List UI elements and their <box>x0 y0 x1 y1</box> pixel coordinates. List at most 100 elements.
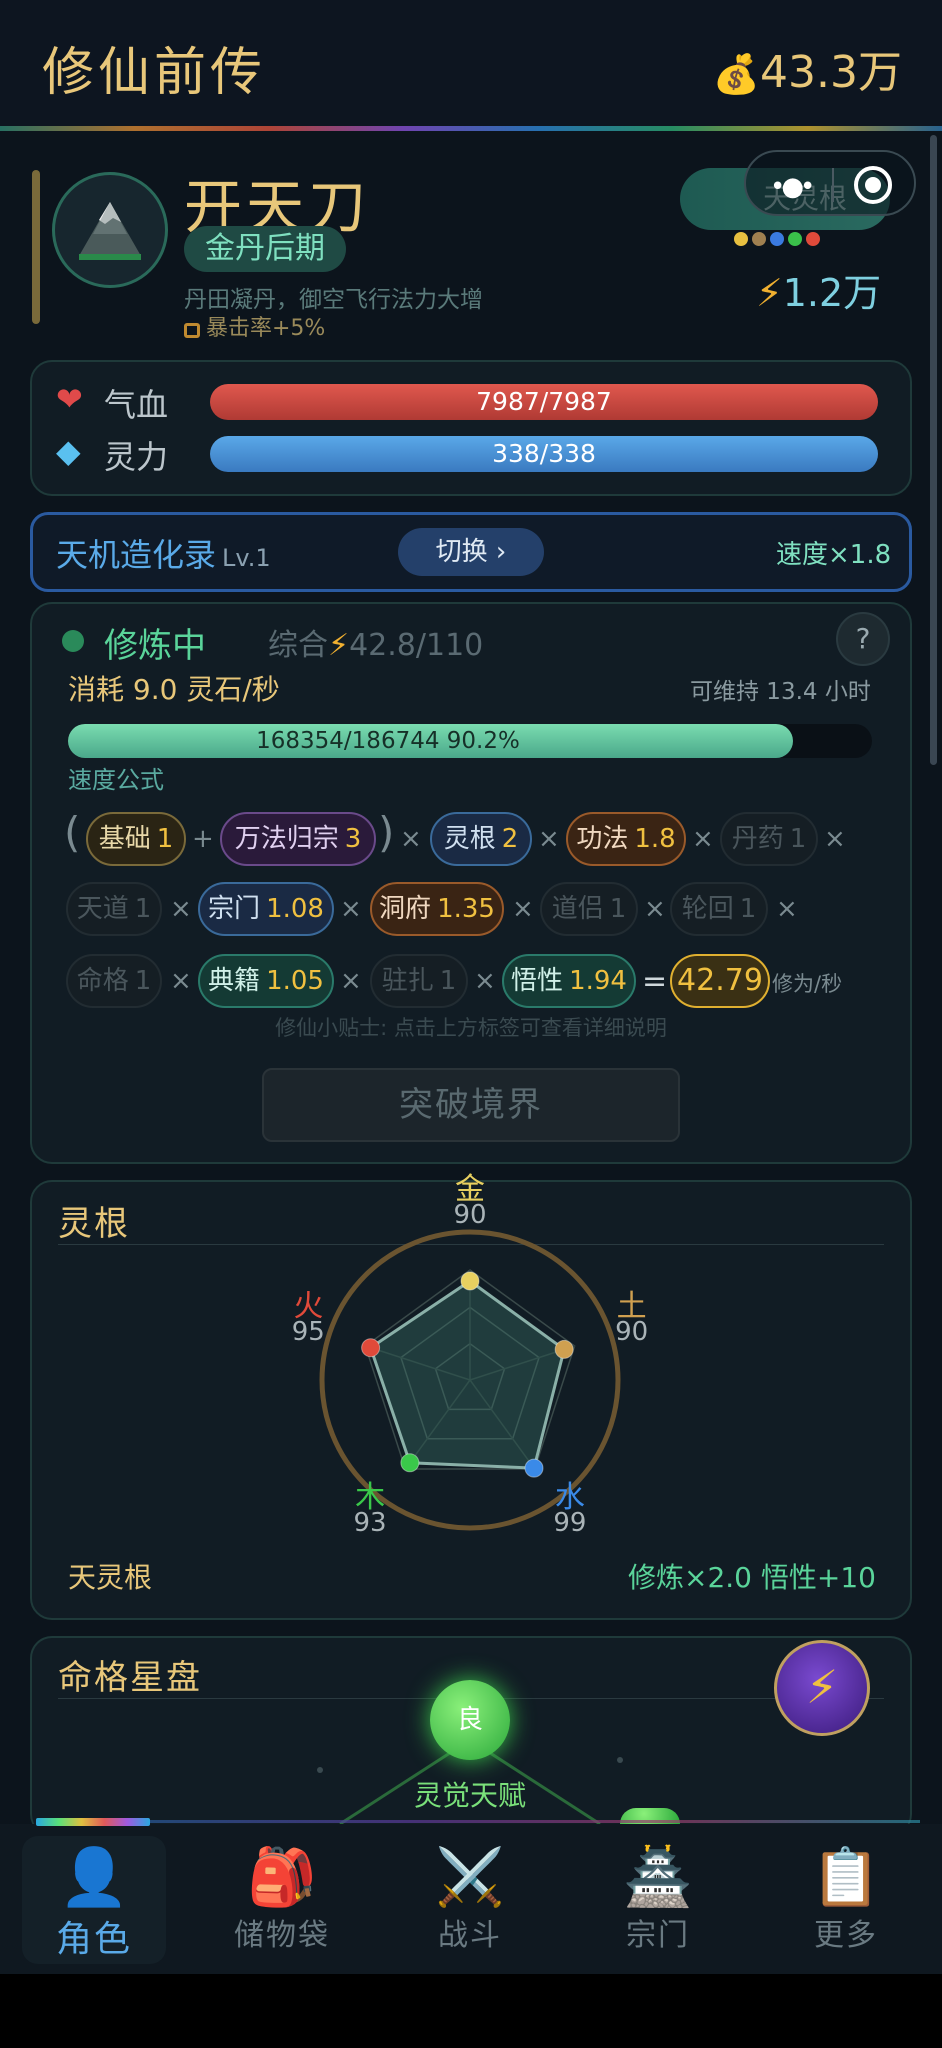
breakthrough-button[interactable]: 突破境界 <box>262 1068 680 1142</box>
nav-tab-bag[interactable]: 🎒 储物袋 <box>210 1836 354 1964</box>
crit-bonus: 暴击率+5% <box>184 310 325 342</box>
scrollbar[interactable] <box>930 135 937 765</box>
nav-tab-role[interactable]: 👤 角色 <box>22 1836 166 1964</box>
formula-tiandao[interactable]: 天道 1 <box>66 882 162 936</box>
open-paren: ( <box>64 808 81 857</box>
times-operator: × <box>400 824 422 854</box>
nav-tab-more-label: 更多 <box>814 1918 878 1953</box>
element-value-2: 99 <box>553 1507 587 1538</box>
nav-tab-sect[interactable]: 🏯 宗门 <box>586 1836 730 1964</box>
formula-wuxing[interactable]: 悟性 1.94 <box>502 954 636 1008</box>
sustain-duration: 可维持 13.4 小时 <box>690 679 871 705</box>
formula-lunhui[interactable]: 轮回 1 <box>670 882 768 936</box>
formula-root-name: 灵根 <box>443 824 496 854</box>
spirit-root-title: 灵根 <box>58 1204 130 1244</box>
technique-speed: 速度×1.8 <box>776 540 892 570</box>
system-bar <box>0 1974 942 2048</box>
formula-result[interactable]: 42.79 <box>670 954 770 1008</box>
destiny-title: 命格星盘 <box>58 1658 202 1698</box>
cultivation-status: 修炼中 <box>104 626 206 666</box>
formula-lunhui-value: 1 <box>739 894 757 924</box>
root-color-dots <box>734 232 820 246</box>
formula-wanfa-name: 万法归宗 <box>234 824 339 854</box>
times-operator: × <box>474 966 496 996</box>
times-operator: × <box>512 894 534 924</box>
cultivation-progress-text: 168354/186744 90.2% <box>256 728 520 754</box>
formula-lunhui-name: 轮回 <box>681 894 734 924</box>
radar-point-3 <box>400 1453 420 1473</box>
currency-display: 💰43.3万 <box>713 36 902 100</box>
star-dot <box>317 1767 323 1773</box>
technique-switch-button[interactable]: 切换 › <box>398 528 544 576</box>
root-color-dot <box>806 232 820 246</box>
technique-name: 天机造化录 Lv.1 <box>56 530 271 576</box>
formula-daolv-name: 道侣 <box>551 894 604 924</box>
formula-base[interactable]: 基础 1 <box>86 812 186 866</box>
root-color-dot <box>734 232 748 246</box>
nav-active-indicator <box>36 1818 150 1826</box>
formula-daolv[interactable]: 道侣 1 <box>540 882 638 936</box>
clipboard-icon: 📋 <box>811 1845 881 1910</box>
formula-zongmen[interactable]: 宗门 1.08 <box>198 882 334 936</box>
close-target-icon[interactable] <box>854 166 892 204</box>
formula-dianji-value: 1.05 <box>266 966 324 996</box>
nav-tab-sect-label: 宗门 <box>626 1918 690 1953</box>
hp-label: 气血 <box>104 386 169 424</box>
swords-icon: ⚔️ <box>435 1845 505 1910</box>
formula-unit: 修为/秒 <box>772 972 843 996</box>
formula-gongfa[interactable]: 功法 1.8 <box>566 812 686 866</box>
lightning-icon: ⚡ <box>756 271 783 315</box>
avatar[interactable] <box>52 172 168 288</box>
help-button[interactable]: ? <box>836 612 890 666</box>
currency-value: 43.3万 <box>760 47 902 98</box>
money-bag-icon: 💰 <box>712 52 761 96</box>
root-color-dot <box>788 232 802 246</box>
formula-wanfa[interactable]: 万法归宗 3 <box>220 812 376 866</box>
combat-power: ⚡1.2万 <box>756 262 881 317</box>
root-color-dot <box>752 232 766 246</box>
status-indicator <box>62 630 84 652</box>
formula-zhuzha[interactable]: 驻扎 1 <box>370 954 468 1008</box>
nav-tab-more[interactable]: 📋 更多 <box>774 1836 918 1964</box>
formula-dianji[interactable]: 典籍 1.05 <box>198 954 334 1008</box>
formula-mingge[interactable]: 命格 1 <box>66 954 162 1008</box>
formula-base-name: 基础 <box>98 824 151 854</box>
root-color-dot <box>770 232 784 246</box>
formula-danyao-name: 丹药 <box>731 824 784 854</box>
combat-power-value: 1.2万 <box>782 271 882 315</box>
formula-dongfu[interactable]: 洞府 1.35 <box>370 882 504 936</box>
hp-bar: 7987/7987 <box>210 384 878 420</box>
total-value: 42.8/110 <box>349 628 484 663</box>
radar-area <box>368 1279 566 1470</box>
formula-dianji-name: 典籍 <box>208 966 261 996</box>
root-type: 天灵根 <box>68 1561 153 1594</box>
total-label: 综合 <box>268 628 328 663</box>
mp-label: 灵力 <box>104 438 169 476</box>
formula-wuxing-name: 悟性 <box>511 966 564 996</box>
times-operator: × <box>170 894 192 924</box>
formula-zhuzha-name: 驻扎 <box>381 966 434 996</box>
more-dots-icon[interactable]: •●• <box>770 172 815 202</box>
backpack-icon: 🎒 <box>247 1845 317 1910</box>
nav-divider <box>150 1820 920 1823</box>
technique-level: Lv.1 <box>222 544 271 572</box>
nav-tab-battle[interactable]: ⚔️ 战斗 <box>398 1836 542 1964</box>
star-dot <box>617 1757 623 1763</box>
destiny-node[interactable]: 良 <box>430 1680 510 1760</box>
nav-tab-battle-label: 战斗 <box>438 1918 502 1953</box>
times-operator: × <box>170 966 192 996</box>
times-operator: × <box>538 824 560 854</box>
realm-badge[interactable]: 金丹后期 <box>184 226 346 272</box>
quick-action-lightning-button[interactable]: ⚡ <box>774 1640 870 1736</box>
times-operator: × <box>340 894 362 924</box>
card-accent <box>32 170 40 324</box>
cultivation-total: 综合⚡42.8/110 <box>268 620 483 664</box>
radar-point-0 <box>460 1271 480 1291</box>
person-icon: 👤 <box>59 1845 129 1910</box>
element-value-0: 90 <box>453 1200 487 1230</box>
formula-root[interactable]: 灵根 2 <box>430 812 532 866</box>
capsule-divider <box>832 168 834 202</box>
formula-wanfa-value: 3 <box>344 824 362 854</box>
formula-danyao[interactable]: 丹药 1 <box>720 812 818 866</box>
formula-label: 速度公式 <box>68 766 164 794</box>
